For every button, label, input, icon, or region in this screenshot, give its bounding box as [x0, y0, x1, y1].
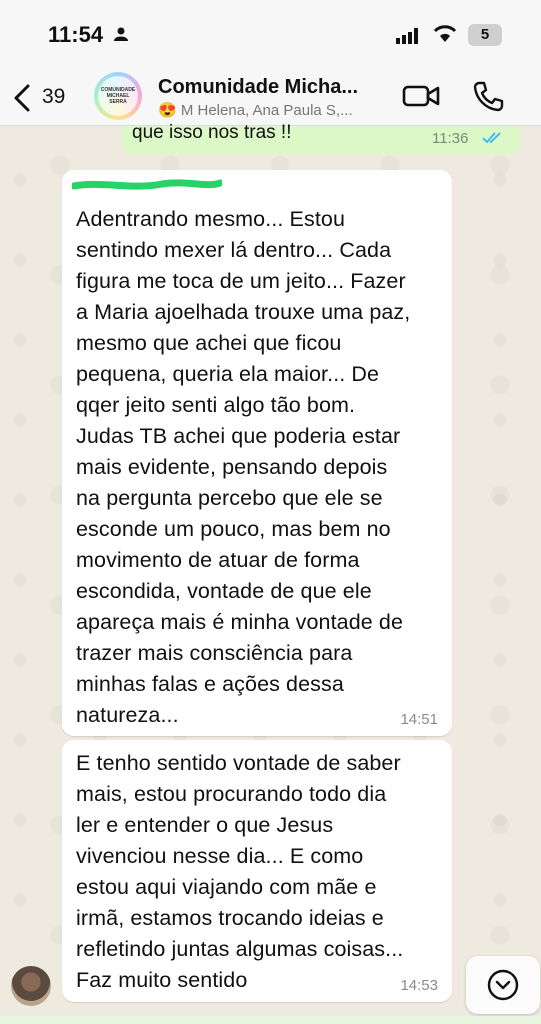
redacted-sender-name	[72, 179, 222, 190]
message-time: 14:53	[400, 977, 438, 994]
wifi-icon	[433, 25, 457, 42]
battery-indicator: 5	[468, 24, 502, 46]
read-receipt-icon	[482, 132, 501, 144]
chat-title[interactable]: Comunidade Micha...	[158, 76, 358, 99]
video-call-icon[interactable]	[402, 82, 440, 110]
message-time: 14:51	[400, 711, 438, 728]
phone-call-icon[interactable]	[472, 80, 504, 112]
status-time: 11:54	[48, 22, 104, 47]
group-avatar-logo: COMUNIDADE MICHAEL SERRA	[98, 76, 138, 116]
incoming-message[interactable]: E tenho sentido vontade de saber mais, e…	[62, 740, 452, 1002]
signal-icon	[396, 28, 418, 44]
status-bar: 11:54 5	[0, 0, 541, 70]
sender-avatar[interactable]	[11, 966, 51, 1006]
chevron-down-icon	[487, 969, 519, 1001]
group-avatar[interactable]: COMUNIDADE MICHAEL SERRA	[94, 72, 142, 120]
message-text: que isso nos tras !!	[132, 122, 292, 143]
outgoing-message[interactable]: que isso nos tras !! 11:36	[122, 122, 520, 154]
chat-members[interactable]: 😍 M Helena, Ana Paula S,...	[158, 101, 353, 119]
input-bar-edge	[0, 1016, 541, 1024]
scroll-to-bottom-button[interactable]	[466, 956, 540, 1014]
message-time: 11:36	[432, 130, 469, 147]
message-text: Adentrando mesmo... Estou sentindo mexer…	[76, 207, 411, 727]
incoming-message[interactable]: Adentrando mesmo... Estou sentindo mexer…	[62, 170, 452, 736]
chat-header: 39 COMUNIDADE MICHAEL SERRA Comunidade M…	[0, 70, 541, 126]
person-icon	[114, 27, 128, 41]
back-chevron-icon[interactable]	[10, 82, 34, 114]
unread-count[interactable]: 39	[42, 85, 65, 109]
message-text: E tenho sentido vontade de saber mais, e…	[76, 751, 404, 992]
